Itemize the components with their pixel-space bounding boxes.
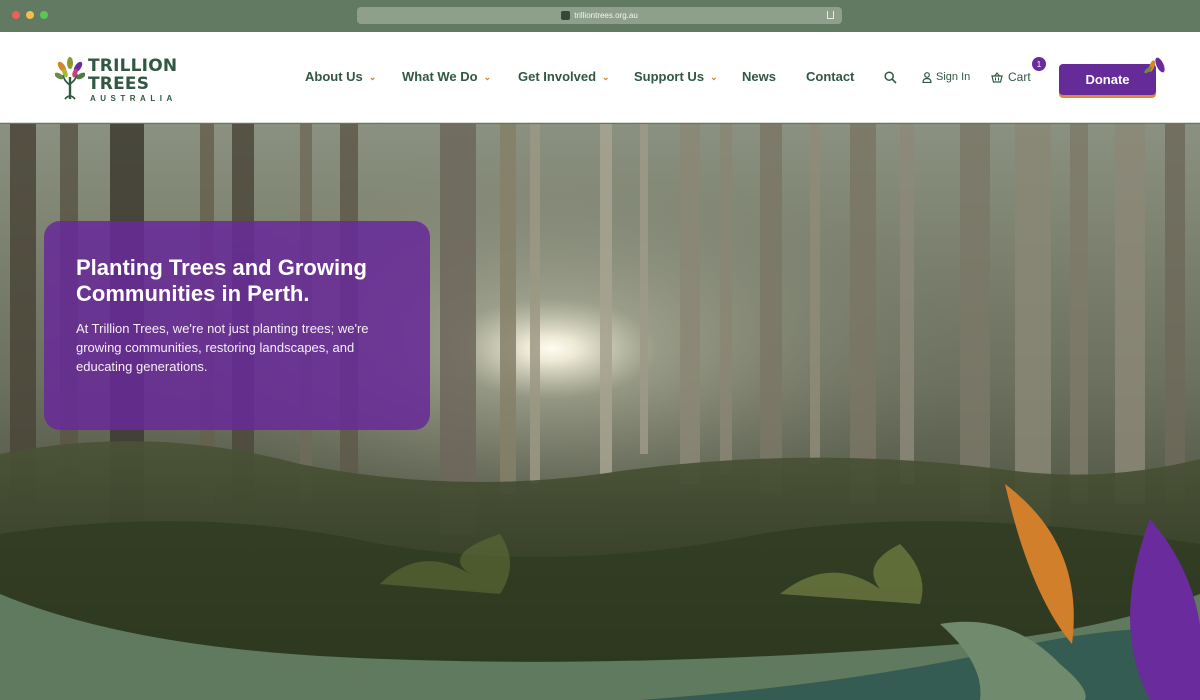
chevron-down-icon: ⌄ [710, 72, 718, 82]
hero-section: Planting Trees and Growing Communities i… [0, 124, 1200, 700]
nav-item-label: About Us [305, 69, 363, 84]
nav-item-news[interactable]: News [742, 69, 776, 84]
site-favicon-icon [561, 11, 571, 20]
hero-description: At Trillion Trees, we're not just planti… [76, 321, 369, 374]
url-text: trilliontrees.org.au [574, 11, 638, 20]
sign-in-label: Sign In [936, 71, 971, 83]
nav-item-about-us[interactable]: About Us ⌄ [305, 69, 376, 84]
cart-count-badge: 1 [1032, 57, 1046, 71]
share-icon[interactable] [827, 11, 834, 19]
minimize-window-button[interactable] [26, 11, 34, 19]
nav-item-label: What We Do [402, 69, 478, 84]
nav-item-what-we-do[interactable]: What We Do ⌄ [402, 69, 491, 84]
nav-item-label: Contact [806, 69, 855, 84]
basket-icon [991, 71, 1003, 83]
user-icon [922, 71, 932, 83]
cart-link[interactable]: Cart [991, 70, 1031, 84]
browser-chrome: trilliontrees.org.au [0, 0, 1200, 32]
leaf-decoration-icon [1144, 57, 1165, 74]
nav-item-support-us[interactable]: Support Us ⌄ [634, 69, 718, 84]
site-header: TRILLION TREES AUSTRALIA About Us ⌄ What … [0, 32, 1200, 123]
maximize-window-button[interactable] [40, 11, 48, 19]
chevron-down-icon: ⌄ [483, 72, 492, 82]
window-controls [12, 11, 48, 19]
nav-item-get-involved[interactable]: Get Involved ⌄ [518, 69, 610, 84]
hero-card: Planting Trees and Growing Communities i… [44, 221, 430, 430]
nav-item-label: Support Us [634, 69, 705, 84]
chevron-down-icon: ⌄ [368, 72, 377, 82]
cart-label: Cart [1008, 70, 1031, 84]
address-bar[interactable]: trilliontrees.org.au [357, 7, 842, 24]
chevron-down-icon: ⌄ [602, 72, 610, 82]
nav-item-label: Get Involved [518, 69, 597, 84]
nav-item-contact[interactable]: Contact [806, 69, 854, 84]
close-window-button[interactable] [12, 11, 20, 19]
hero-title: Planting Trees and Growing Communities i… [76, 255, 367, 306]
main-nav: About Us ⌄ What We Do ⌄ Get Involved ⌄ Supp… [0, 32, 1200, 123]
search-icon[interactable] [884, 71, 897, 84]
nav-item-label: News [742, 69, 776, 84]
sign-in-link[interactable]: Sign In [922, 71, 970, 83]
